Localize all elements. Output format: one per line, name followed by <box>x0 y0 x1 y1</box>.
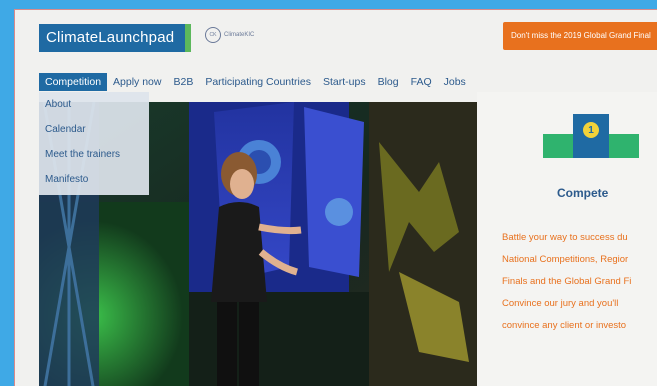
podium-icon: 1 <box>543 114 639 158</box>
main-nav: Competition Apply now B2B Participating … <box>39 72 472 92</box>
compete-description-line: National Competitions, Regior <box>502 254 629 265</box>
dropdown-item-calendar[interactable]: Calendar <box>39 117 149 142</box>
nav-item-b2b[interactable]: B2B <box>167 73 199 91</box>
logo-accent <box>185 24 191 52</box>
nav-item-competition[interactable]: Competition <box>39 73 108 91</box>
partner-logo-text: ClimateKIC <box>224 32 255 38</box>
nav-item-participating-countries[interactable]: Participating Countries <box>199 73 317 91</box>
promo-banner-button[interactable]: Don't miss the 2019 Global Grand Final <box>503 22 657 50</box>
partner-logo[interactable]: CK ClimateKIC <box>205 24 257 46</box>
compete-description-line: convince any client or investo <box>502 320 627 331</box>
compete-description-line: Finals and the Global Grand Fi <box>502 276 632 287</box>
podium-first-block: 1 <box>573 114 609 158</box>
podium-third-block <box>609 134 639 158</box>
partner-logo-icon: CK <box>205 27 221 43</box>
browser-viewport: ClimateLaunchpad CK ClimateKIC Don't mis… <box>14 9 657 386</box>
compete-title: Compete <box>557 186 609 200</box>
nav-item-jobs[interactable]: Jobs <box>438 73 472 91</box>
competition-dropdown-menu: About Calendar Meet the trainers Manifes… <box>39 92 149 195</box>
site-header: ClimateLaunchpad CK ClimateKIC Don't mis… <box>15 10 657 62</box>
nav-item-apply-now[interactable]: Apply now <box>107 73 167 91</box>
nav-item-faq[interactable]: FAQ <box>405 73 438 91</box>
podium-second-block <box>543 134 573 158</box>
compete-description-line: Battle your way to success du <box>502 232 628 243</box>
dropdown-item-meet-the-trainers[interactable]: Meet the trainers <box>39 142 149 167</box>
dropdown-item-manifesto[interactable]: Manifesto <box>39 167 149 192</box>
dropdown-item-about[interactable]: About <box>39 92 149 117</box>
nav-item-start-ups[interactable]: Start-ups <box>317 73 372 91</box>
compete-panel: 1 Compete Battle your way to success du … <box>477 92 657 386</box>
nav-item-blog[interactable]: Blog <box>372 73 405 91</box>
compete-description-line: Convince our jury and you'll <box>502 298 619 309</box>
first-place-badge: 1 <box>583 122 599 138</box>
site-logo[interactable]: ClimateLaunchpad <box>39 24 185 52</box>
